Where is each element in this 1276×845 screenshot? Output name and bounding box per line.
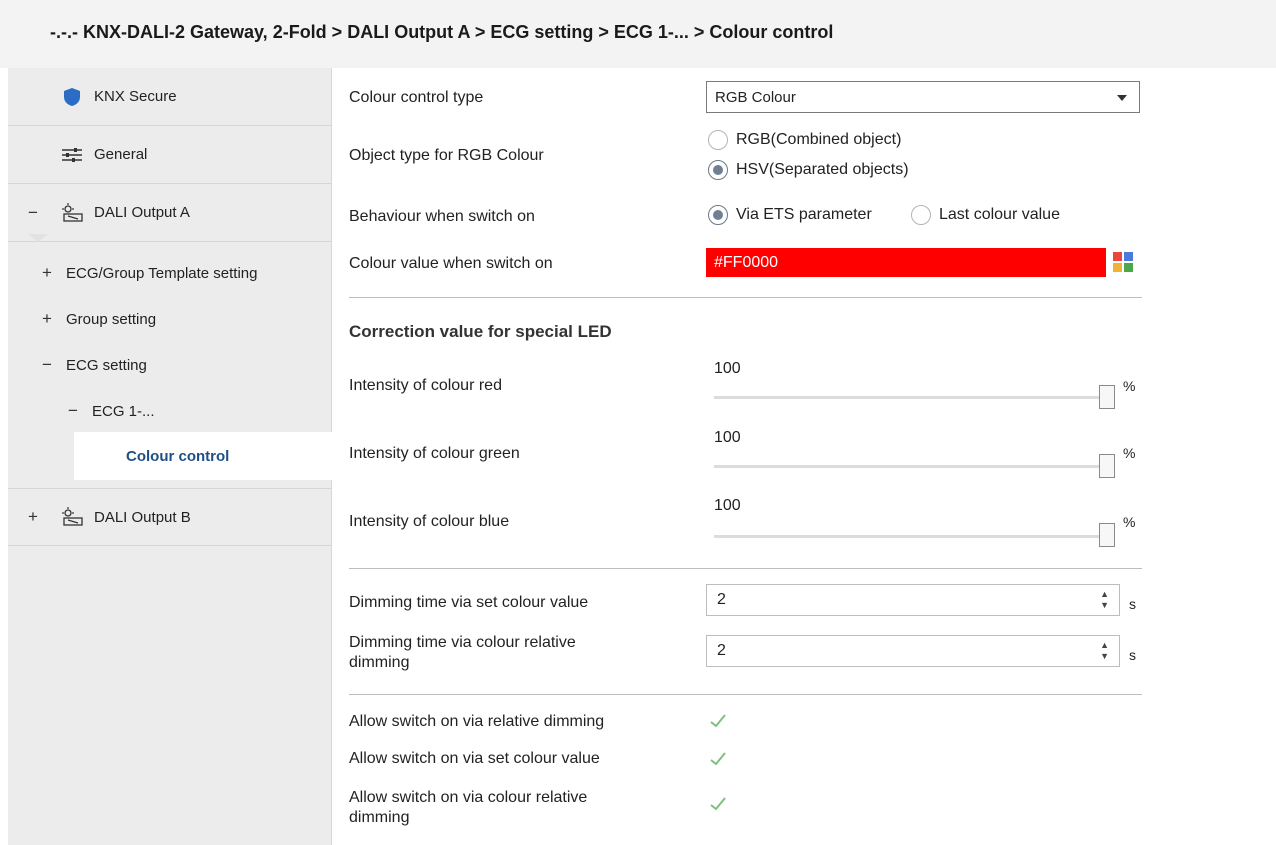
- dali-device-icon: [62, 507, 83, 526]
- intensity-blue-track[interactable]: [714, 535, 1099, 538]
- colour-control-type-label: Colour control type: [349, 89, 484, 106]
- dimming-set-label: Dimming time via set colour value: [349, 594, 589, 611]
- shield-icon: [64, 87, 80, 106]
- sidebar-item-ecg-setting[interactable]: − ECG setting: [8, 342, 332, 388]
- intensity-blue-value: 100: [714, 497, 741, 514]
- sidebar-item-general[interactable]: General: [8, 126, 332, 184]
- colour-control-type-select[interactable]: RGB Colour: [706, 81, 1140, 113]
- stepper-icon[interactable]: ▲ ▼: [1100, 589, 1109, 611]
- sidebar-item-label: DALI Output A: [94, 204, 190, 221]
- colour-value-label: Colour value when switch on: [349, 255, 553, 272]
- dimming-relative-label: Dimming time via colour relative dimming: [349, 634, 576, 671]
- expand-icon[interactable]: +: [40, 263, 54, 283]
- intensity-red-slider[interactable]: [1099, 385, 1115, 409]
- radio-label: Via ETS parameter: [736, 206, 872, 223]
- percent-unit: %: [1123, 514, 1136, 530]
- percent-unit: %: [1123, 378, 1136, 394]
- tree-notch: [28, 234, 48, 242]
- allow-set-label: Allow switch on via set colour value: [349, 750, 600, 767]
- sidebar-item-label: ECG/Group Template setting: [66, 264, 258, 282]
- radio-button[interactable]: [708, 130, 728, 150]
- sidebar-item-label: ECG setting: [66, 356, 147, 374]
- breadcrumb: -.-.- KNX-DALI-2 Gateway, 2-Fold > DALI …: [50, 22, 834, 42]
- parameter-panel: Colour control type RGB Colour Object ty…: [333, 68, 1276, 845]
- divider: [349, 694, 1142, 695]
- seconds-unit: s: [1129, 596, 1136, 612]
- checkmark-icon[interactable]: [708, 794, 728, 814]
- intensity-green-value: 100: [714, 429, 741, 446]
- divider: [349, 568, 1142, 569]
- correction-section-title: Correction value for special LED: [349, 322, 612, 341]
- radio-label: Last colour value: [939, 206, 1060, 223]
- spin-value: 2: [717, 591, 726, 608]
- radio-via-ets-parameter[interactable]: Via ETS parameter: [708, 205, 872, 225]
- dimming-relative-input[interactable]: 2 ▲ ▼: [706, 635, 1120, 667]
- intensity-green-slider[interactable]: [1099, 454, 1115, 478]
- intensity-blue-label: Intensity of colour blue: [349, 513, 510, 530]
- radio-button[interactable]: [708, 205, 728, 225]
- colour-hex-value: #FF0000: [714, 253, 779, 271]
- radio-last-colour-value[interactable]: Last colour value: [911, 205, 1060, 225]
- stepper-icon[interactable]: ▲ ▼: [1100, 640, 1109, 662]
- intensity-blue-slider[interactable]: [1099, 523, 1115, 547]
- color-palette-icon[interactable]: [1113, 252, 1133, 272]
- collapse-icon[interactable]: −: [26, 203, 40, 223]
- sidebar: KNX Secure General − DALI Output A + ECG…: [8, 68, 340, 845]
- checkmark-icon[interactable]: [708, 749, 728, 769]
- sidebar-item-dali-output-b[interactable]: + DALI Output B: [8, 488, 332, 546]
- checkmark-icon[interactable]: [708, 711, 728, 731]
- dali-device-icon: [62, 202, 83, 222]
- sidebar-item-colour-control[interactable]: Colour control: [74, 432, 340, 480]
- allow-colour-relative-label: Allow switch on via colour relative dimmi…: [349, 789, 588, 826]
- sidebar-item-knx-secure[interactable]: KNX Secure: [8, 68, 332, 126]
- seconds-unit: s: [1129, 647, 1136, 663]
- sidebar-item-ecg-1[interactable]: − ECG 1-...: [8, 388, 332, 434]
- intensity-green-label: Intensity of colour green: [349, 445, 520, 462]
- radio-rgb-combined[interactable]: RGB(Combined object): [708, 130, 901, 150]
- sidebar-item-label: Group setting: [66, 310, 157, 328]
- spin-value: 2: [717, 642, 726, 659]
- intensity-red-label: Intensity of colour red: [349, 377, 502, 394]
- chevron-down-icon: [1117, 95, 1127, 101]
- intensity-red-track[interactable]: [714, 396, 1099, 399]
- allow-relative-label: Allow switch on via relative dimming: [349, 713, 605, 730]
- object-type-label: Object type for RGB Colour: [349, 147, 544, 164]
- collapse-icon[interactable]: −: [40, 355, 54, 375]
- sidebar-item-dali-output-a[interactable]: − DALI Output A: [8, 184, 332, 242]
- expand-icon[interactable]: +: [26, 507, 40, 527]
- percent-unit: %: [1123, 445, 1136, 461]
- radio-label: RGB(Combined object): [736, 131, 902, 148]
- title-bar: -.-.- KNX-DALI-2 Gateway, 2-Fold > DALI …: [0, 0, 1276, 68]
- sidebar-item-label: General: [94, 146, 148, 163]
- sidebar-item-group-setting[interactable]: + Group setting: [8, 296, 332, 342]
- radio-hsv-separated[interactable]: HSV(Separated objects): [708, 160, 909, 180]
- collapse-icon[interactable]: −: [66, 401, 80, 421]
- intensity-green-track[interactable]: [714, 465, 1099, 468]
- sidebar-item-ecg-group-template-setting[interactable]: + ECG/Group Template setting: [8, 250, 332, 296]
- sidebar-item-label: KNX Secure: [94, 88, 177, 105]
- dimming-set-input[interactable]: 2 ▲ ▼: [706, 584, 1120, 616]
- behaviour-label: Behaviour when switch on: [349, 208, 535, 225]
- radio-button[interactable]: [911, 205, 931, 225]
- divider: [349, 297, 1142, 298]
- sliders-icon: [62, 147, 82, 162]
- intensity-red-value: 100: [714, 360, 741, 377]
- radio-label: HSV(Separated objects): [736, 161, 909, 178]
- select-value: RGB Colour: [715, 88, 796, 106]
- sidebar-item-label: ECG 1-...: [92, 402, 155, 420]
- colour-value-field[interactable]: #FF0000: [706, 248, 1106, 277]
- sidebar-item-label: DALI Output B: [94, 508, 191, 526]
- expand-icon[interactable]: +: [40, 309, 54, 329]
- radio-button[interactable]: [708, 160, 728, 180]
